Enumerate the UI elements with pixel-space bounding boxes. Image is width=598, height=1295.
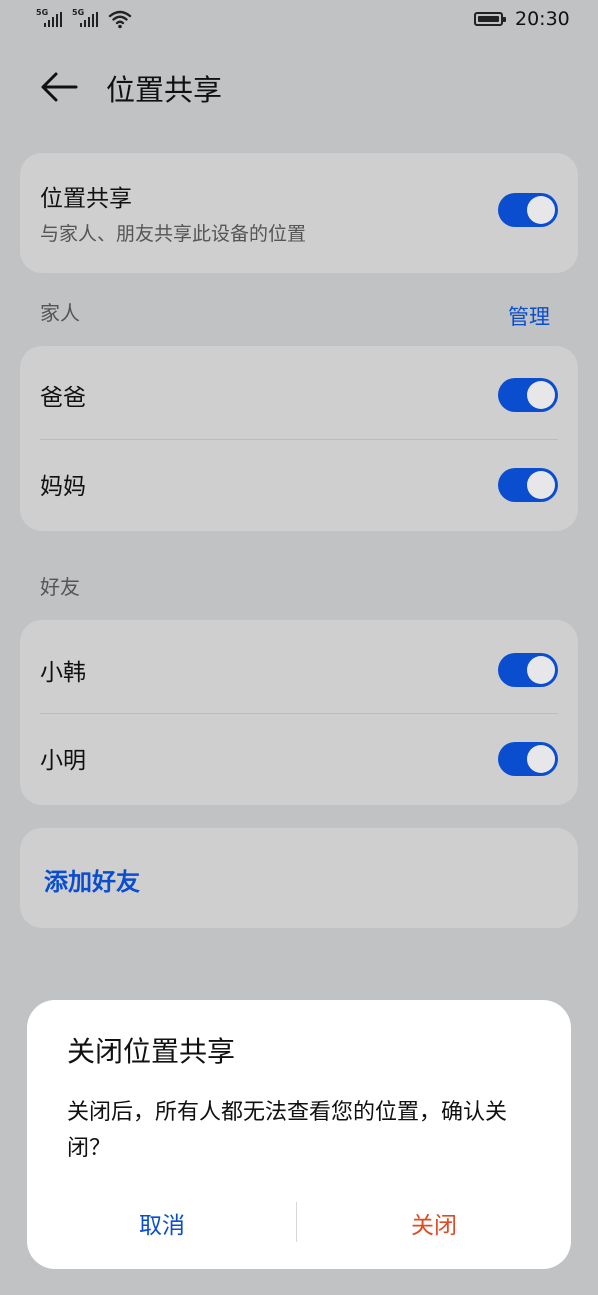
friend-toggle[interactable]	[498, 653, 558, 687]
manage-family-button[interactable]: 管理	[508, 301, 550, 331]
page-title: 位置共享	[106, 73, 223, 107]
family-member-row[interactable]: 爸爸	[20, 346, 578, 438]
family-section-label: 家人	[40, 301, 80, 325]
confirm-close-button[interactable]: 关闭	[299, 1206, 569, 1240]
location-sharing-subtitle: 与家人、朋友共享此设备的位置	[40, 223, 307, 245]
friends-section-label: 好友	[40, 575, 80, 599]
friend-name: 小韩	[40, 660, 86, 686]
friend-row[interactable]: 小明	[20, 713, 578, 805]
wifi-icon	[108, 10, 132, 29]
friend-toggle[interactable]	[498, 742, 558, 776]
location-sharing-toggle[interactable]	[498, 193, 558, 227]
clock: 20:30	[515, 8, 570, 30]
friend-name: 小明	[40, 748, 86, 774]
location-sharing-row[interactable]: 位置共享 与家人、朋友共享此设备的位置	[20, 153, 578, 273]
toggle-knob	[527, 745, 555, 773]
friends-card: 小韩 小明	[20, 620, 578, 805]
header: 位置共享	[0, 55, 598, 119]
family-member-name: 妈妈	[40, 474, 86, 500]
dialog-message: 关闭后，所有人都无法查看您的位置，确认关闭？	[67, 1100, 508, 1161]
cancel-button[interactable]: 取消	[27, 1206, 297, 1240]
arrow-left-icon[interactable]	[38, 69, 80, 105]
toggle-knob	[527, 471, 555, 499]
close-sharing-dialog: 关闭位置共享 关闭后，所有人都无法查看您的位置，确认关闭？ 取消 关闭	[27, 1000, 571, 1269]
family-member-toggle[interactable]	[498, 468, 558, 502]
family-card: 爸爸 妈妈	[20, 346, 578, 531]
location-sharing-card: 位置共享 与家人、朋友共享此设备的位置	[20, 153, 578, 273]
location-sharing-title: 位置共享	[40, 186, 132, 212]
toggle-knob	[527, 196, 555, 224]
family-member-row[interactable]: 妈妈	[20, 439, 578, 531]
toggle-knob	[527, 656, 555, 684]
family-member-toggle[interactable]	[498, 378, 558, 412]
toggle-knob	[527, 381, 555, 409]
battery-icon	[474, 12, 506, 26]
family-member-name: 爸爸	[40, 385, 86, 411]
friend-row[interactable]: 小韩	[20, 620, 578, 712]
add-friend-button[interactable]: 添加好友	[44, 862, 140, 897]
button-divider	[296, 1202, 297, 1242]
add-friend-card[interactable]: 添加好友	[20, 828, 578, 928]
dialog-title: 关闭位置共享	[67, 1035, 236, 1068]
status-bar: 5G 5G 20:30	[0, 0, 598, 40]
